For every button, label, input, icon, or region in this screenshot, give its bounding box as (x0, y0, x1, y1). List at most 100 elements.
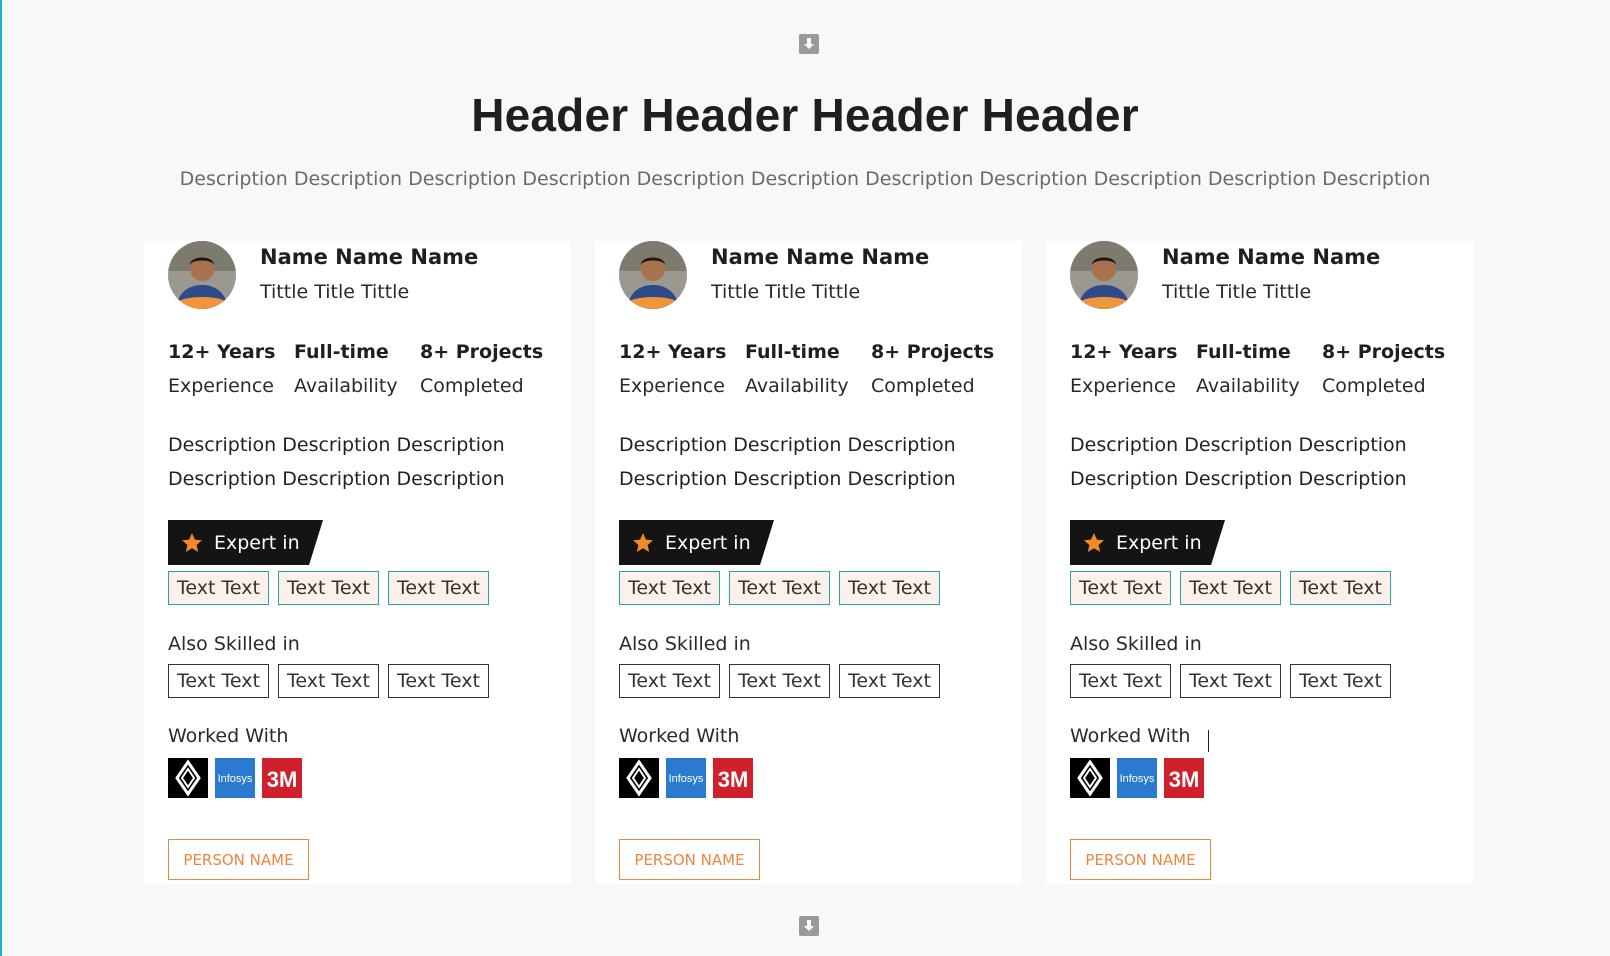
skill-tag: Text Text (168, 664, 269, 698)
expert-in-label: Expert in (665, 531, 751, 554)
stat-experience: 12+ Years Experience (619, 339, 745, 399)
card-description: Description Description Description Desc… (168, 428, 558, 496)
expert-tags: Text Text Text Text Text Text (619, 571, 949, 605)
expert-tag: Text Text (278, 571, 379, 605)
stat-label: Completed (871, 375, 975, 397)
stat-label: Experience (619, 375, 725, 397)
expert-in-banner: Expert in (619, 520, 774, 565)
stat-availability: Full-time Availability (294, 339, 420, 399)
person-title: Tittle Title Tittle (260, 281, 410, 303)
profile-card: Name Name Name Tittle Title Tittle 12+ Y… (144, 241, 571, 884)
star-icon (182, 532, 202, 552)
skill-tag: Text Text (1180, 664, 1281, 698)
stat-value: 8+ Projects (1322, 341, 1446, 363)
renault-logo (619, 758, 659, 798)
stat-experience: 12+ Years Experience (1070, 339, 1196, 399)
stats-row: 12+ Years Experience Full-time Availabil… (1070, 339, 1445, 399)
skill-tag: Text Text (278, 664, 379, 698)
svg-text:Infosys: Infosys (218, 773, 253, 785)
stat-label: Completed (1322, 375, 1426, 397)
expert-tag: Text Text (1070, 571, 1171, 605)
expert-tags: Text Text Text Text Text Text (1070, 571, 1400, 605)
profile-card: Name Name Name Tittle Title Tittle 12+ Y… (1046, 241, 1473, 884)
also-skilled-label: Also Skilled in (1070, 633, 1202, 655)
infosys-logo: Infosys (1117, 758, 1157, 798)
company-logos: Infosys 3M (1070, 758, 1211, 798)
stat-projects: 8+ Projects Completed (420, 339, 543, 399)
expert-tag: Text Text (729, 571, 830, 605)
skill-tag: Text Text (1070, 664, 1171, 698)
description-line: Description Description Description (1070, 434, 1407, 456)
person-name-button[interactable]: PERSON NAME (168, 839, 309, 880)
person-name-button[interactable]: PERSON NAME (1070, 839, 1211, 880)
avatar (168, 241, 236, 309)
stat-label: Availability (294, 375, 398, 397)
stat-label: Availability (745, 375, 849, 397)
also-skilled-label: Also Skilled in (168, 633, 300, 655)
expert-tag: Text Text (839, 571, 940, 605)
section-move-down-handle[interactable] (799, 34, 819, 54)
avatar (1070, 241, 1138, 309)
worked-with-label: Worked With (619, 725, 740, 747)
skilled-tags: Text Text Text Text Text Text (1070, 664, 1400, 698)
stat-value: Full-time (294, 341, 389, 363)
person-title: Tittle Title Tittle (711, 281, 861, 303)
description-line: Description Description Description (168, 434, 505, 456)
description-line: Description Description Description (1070, 468, 1407, 490)
3m-logo: 3M (713, 758, 753, 798)
infosys-logo: Infosys (215, 758, 255, 798)
skill-tag: Text Text (729, 664, 830, 698)
company-logos: Infosys 3M (168, 758, 309, 798)
stat-value: Full-time (1196, 341, 1291, 363)
person-name: Name Name Name (1162, 245, 1381, 269)
stats-row: 12+ Years Experience Full-time Availabil… (619, 339, 994, 399)
stat-label: Availability (1196, 375, 1300, 397)
stat-value: 12+ Years (619, 341, 727, 363)
text-cursor (1208, 730, 1209, 752)
expert-tags: Text Text Text Text Text Text (168, 571, 498, 605)
expert-tag: Text Text (1290, 571, 1391, 605)
star-icon (1084, 532, 1104, 552)
svg-text:3M: 3M (267, 767, 298, 792)
stat-label: Experience (1070, 375, 1176, 397)
person-name: Name Name Name (711, 245, 930, 269)
skilled-tags: Text Text Text Text Text Text (619, 664, 949, 698)
person-name-button[interactable]: PERSON NAME (619, 839, 760, 880)
stat-projects: 8+ Projects Completed (1322, 339, 1445, 399)
stat-experience: 12+ Years Experience (168, 339, 294, 399)
worked-with-label: Worked With (168, 725, 289, 747)
avatar (619, 241, 687, 309)
skill-tag: Text Text (839, 664, 940, 698)
editor-edge-indicator (0, 0, 2, 956)
expert-in-banner: Expert in (168, 520, 323, 565)
expert-in-label: Expert in (1116, 531, 1202, 554)
page-description: Description Description Description Desc… (179, 168, 1431, 190)
stat-projects: 8+ Projects Completed (871, 339, 994, 399)
renault-logo (168, 758, 208, 798)
person-name: Name Name Name (260, 245, 479, 269)
stat-value: 12+ Years (168, 341, 276, 363)
svg-text:Infosys: Infosys (669, 773, 704, 785)
profile-card: Name Name Name Tittle Title Tittle 12+ Y… (595, 241, 1022, 884)
skilled-tags: Text Text Text Text Text Text (168, 664, 498, 698)
arrow-down-icon (804, 38, 814, 49)
3m-logo: 3M (262, 758, 302, 798)
section-move-down-handle[interactable] (799, 916, 819, 936)
description-line: Description Description Description (619, 434, 956, 456)
expert-in-banner: Expert in (1070, 520, 1225, 565)
stat-value: 12+ Years (1070, 341, 1178, 363)
company-logos: Infosys 3M (619, 758, 760, 798)
expert-in-label: Expert in (214, 531, 300, 554)
expert-tag: Text Text (388, 571, 489, 605)
stats-row: 12+ Years Experience Full-time Availabil… (168, 339, 543, 399)
stat-availability: Full-time Availability (745, 339, 871, 399)
arrow-down-icon (804, 920, 814, 931)
stat-availability: Full-time Availability (1196, 339, 1322, 399)
person-title: Tittle Title Tittle (1162, 281, 1312, 303)
svg-text:Infosys: Infosys (1120, 773, 1155, 785)
stat-label: Experience (168, 375, 274, 397)
svg-text:3M: 3M (718, 767, 749, 792)
worked-with-label[interactable]: Worked With (1070, 725, 1190, 747)
svg-text:3M: 3M (1169, 767, 1200, 792)
expert-tag: Text Text (168, 571, 269, 605)
